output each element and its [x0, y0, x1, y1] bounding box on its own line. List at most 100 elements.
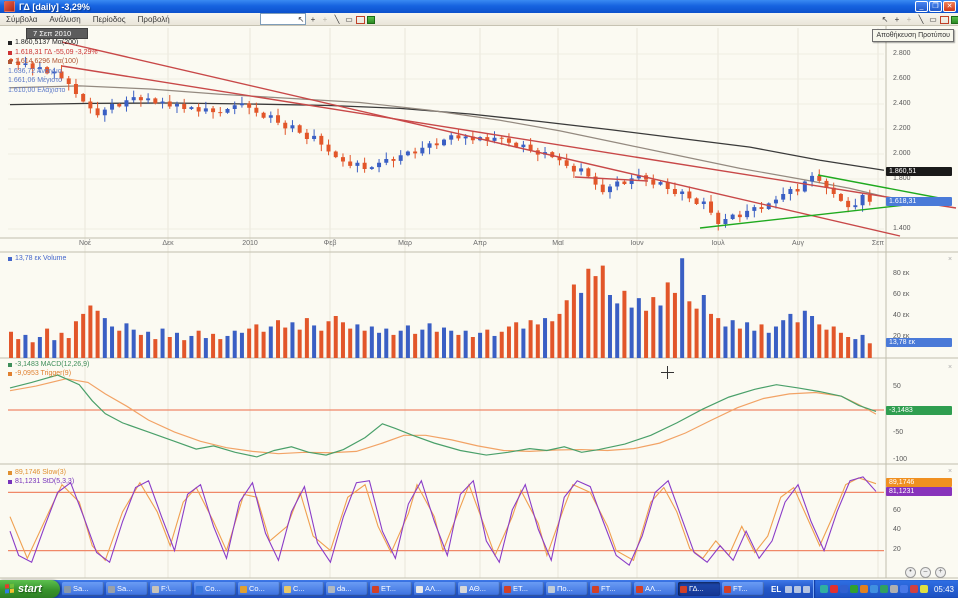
- volume-bar: [824, 330, 828, 358]
- price-axis-tick: 2.200: [893, 125, 911, 133]
- candlestick: [247, 103, 251, 107]
- pointer-icon[interactable]: ↖: [296, 15, 306, 25]
- close-button[interactable]: ✕: [943, 1, 956, 12]
- zoom-out-button[interactable]: –: [920, 567, 931, 578]
- taskbar-button-14[interactable]: ΑΛ...: [634, 582, 676, 596]
- taskbar-button-icon: [460, 586, 467, 593]
- legend-text: 1.614,6296 Μα(100): [15, 58, 78, 66]
- taskbar-button-10[interactable]: ΑΘ...: [458, 582, 500, 596]
- taskbar-button-icon: [64, 586, 71, 593]
- menu-4[interactable]: Προβολή: [132, 15, 176, 24]
- volume-axis-tick: 40 εκ: [893, 312, 909, 320]
- candlestick: [420, 148, 424, 154]
- axis-value-badge: -3,1483: [886, 406, 952, 415]
- candlestick: [630, 178, 634, 184]
- tray-icon-9[interactable]: [900, 585, 908, 593]
- display-icon[interactable]: [794, 586, 801, 593]
- volume-bar: [478, 333, 482, 358]
- taskbar-button-15[interactable]: ΓΔ...: [678, 582, 720, 596]
- volume-bar: [305, 318, 309, 358]
- menu-3[interactable]: Περίοδος: [87, 15, 132, 24]
- frame-icon[interactable]: [356, 16, 365, 24]
- help-icon[interactable]: [803, 586, 810, 593]
- taskbar-button-1[interactable]: Sa...: [62, 582, 104, 596]
- taskbar-button-13[interactable]: FT...: [590, 582, 632, 596]
- save-template-icon[interactable]: [951, 16, 958, 24]
- red-trendline-2[interactable]: [62, 66, 956, 208]
- tray-icon-2[interactable]: [830, 585, 838, 593]
- volume-bar: [103, 318, 107, 358]
- save-template-icon[interactable]: [367, 16, 375, 24]
- taskbar-button-3[interactable]: F:\...: [150, 582, 192, 596]
- taskbar-button-8[interactable]: ET...: [370, 582, 412, 596]
- taskbar-button-9[interactable]: ΑΛ...: [414, 582, 456, 596]
- text-box-icon[interactable]: ▭: [344, 15, 354, 25]
- macd-axis-tick: -100: [893, 456, 907, 464]
- start-button[interactable]: start: [0, 580, 60, 598]
- minimize-button[interactable]: _: [915, 1, 928, 12]
- volume-bar: [745, 322, 749, 358]
- app-icon: [4, 1, 15, 12]
- volume-bar: [529, 320, 533, 358]
- volume-bar: [88, 306, 92, 359]
- menu-1[interactable]: Σύμβολα: [0, 15, 43, 24]
- volume-bar: [60, 333, 64, 358]
- tray-icon-4[interactable]: [850, 585, 858, 593]
- taskbar-button-11[interactable]: ΕΤ...: [502, 582, 544, 596]
- pane-close-icon[interactable]: ×: [948, 468, 952, 475]
- legend-bullet: [8, 41, 12, 45]
- menu-2[interactable]: Ανάλυση: [43, 15, 86, 24]
- tray-icon-10[interactable]: [910, 585, 918, 593]
- pointer-icon[interactable]: ↖: [880, 15, 890, 25]
- text-box-icon[interactable]: ▭: [928, 15, 938, 25]
- taskbar-button-5[interactable]: Co...: [238, 582, 280, 596]
- tray-icon-8[interactable]: [890, 585, 898, 593]
- pane-close-icon[interactable]: ×: [948, 256, 952, 263]
- lock-icon[interactable]: •: [905, 567, 916, 578]
- volume-bar: [355, 324, 359, 358]
- tray-icon-1[interactable]: [820, 585, 828, 593]
- taskbar-button-4[interactable]: Co...: [194, 582, 236, 596]
- trendline-icon[interactable]: ╲: [332, 15, 342, 25]
- crosshair-icon[interactable]: +: [320, 15, 330, 25]
- trendline-icon[interactable]: ╲: [916, 15, 926, 25]
- volume-bar: [861, 335, 865, 358]
- volume-bar: [565, 300, 569, 358]
- language-indicator[interactable]: EL: [771, 585, 781, 594]
- volume-bar: [781, 320, 785, 358]
- candlestick: [269, 115, 273, 118]
- tray-icon-11[interactable]: [920, 585, 928, 593]
- taskbar-button-6[interactable]: C...: [282, 582, 324, 596]
- pen-icon[interactable]: [785, 586, 792, 593]
- candlestick: [673, 189, 677, 194]
- frame-icon[interactable]: [940, 16, 949, 24]
- volume-bar: [9, 332, 13, 358]
- x-axis-month-tick: Σεπ: [872, 240, 884, 247]
- taskbar-button-icon: [152, 586, 159, 593]
- zoom-in-button[interactable]: +: [935, 567, 946, 578]
- restore-button[interactable]: ❐: [929, 1, 942, 12]
- taskbar-button-12[interactable]: Πο...: [546, 582, 588, 596]
- volume-bar: [341, 322, 345, 358]
- taskbar-button-2[interactable]: Sa...: [106, 582, 148, 596]
- tray-icon-7[interactable]: [880, 585, 888, 593]
- add-indicator-icon[interactable]: +: [892, 15, 902, 25]
- candlestick: [413, 152, 417, 154]
- taskbar-button-16[interactable]: FT...: [722, 582, 764, 596]
- add-indicator-icon[interactable]: +: [308, 15, 318, 25]
- candlestick: [305, 133, 309, 139]
- volume-bar: [644, 311, 648, 358]
- legend-text: 1.636,72 Άνοιγμα: [8, 68, 62, 76]
- macd-axis-tick: 50: [893, 383, 901, 391]
- tray-icon-5[interactable]: [860, 585, 868, 593]
- pane-close-icon[interactable]: ×: [948, 364, 952, 371]
- red-trendline-1[interactable]: [62, 42, 900, 236]
- volume-bar: [283, 328, 287, 358]
- candlestick: [529, 145, 533, 151]
- tray-icon-3[interactable]: [840, 585, 848, 593]
- volume-bar: [247, 329, 251, 358]
- taskbar-button-7[interactable]: da...: [326, 582, 368, 596]
- volume-legend-item: 13,78 εκ Volume: [8, 255, 66, 263]
- crosshair-icon[interactable]: +: [904, 15, 914, 25]
- tray-icon-6[interactable]: [870, 585, 878, 593]
